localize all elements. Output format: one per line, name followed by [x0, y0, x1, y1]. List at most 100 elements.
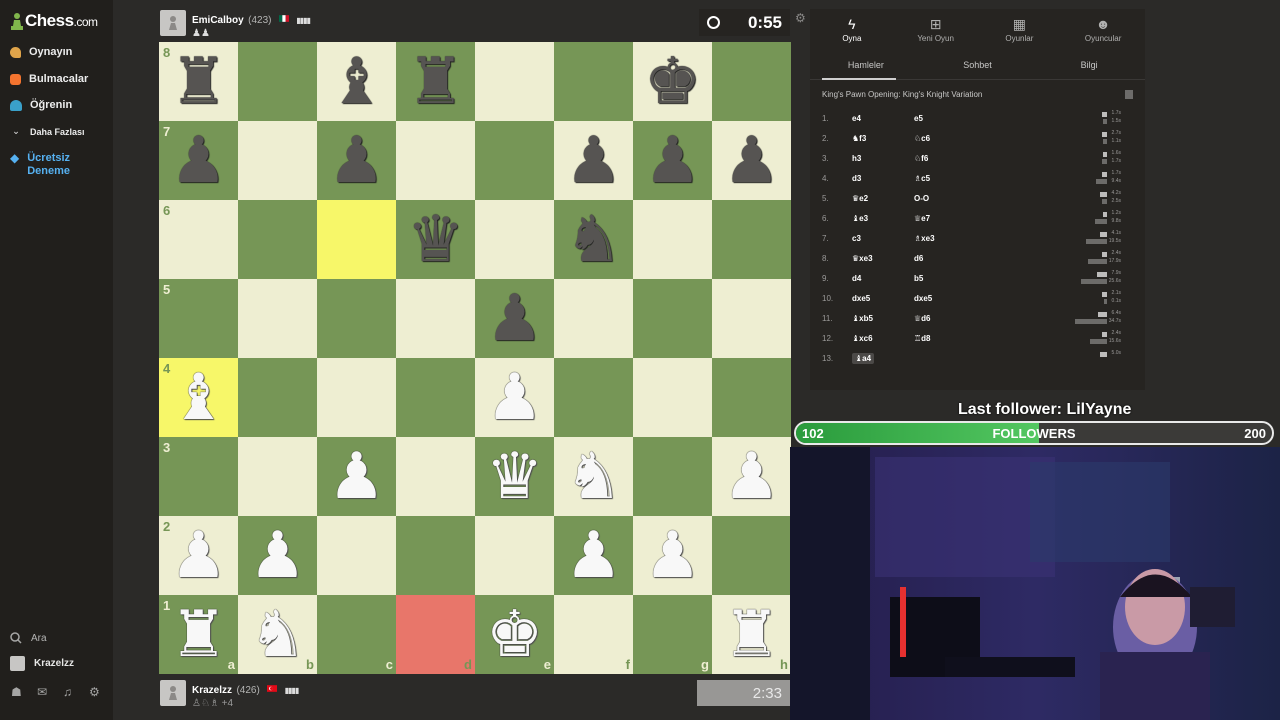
black-move[interactable]: ♗c5: [914, 174, 1034, 183]
square-e1[interactable]: e ♚: [475, 595, 554, 674]
square-h3[interactable]: ♟: [712, 437, 791, 516]
bottom-player-avatar[interactable]: [160, 680, 186, 706]
square-b1[interactable]: b ♞: [238, 595, 317, 674]
mail-icon[interactable]: ✉: [37, 686, 49, 698]
square-g1[interactable]: g: [633, 595, 712, 674]
white-king[interactable]: ♚: [486, 603, 543, 667]
square-h5[interactable]: [712, 279, 791, 358]
square-f1[interactable]: f: [554, 595, 633, 674]
white-move[interactable]: ♞f3: [852, 134, 914, 143]
square-b8[interactable]: [238, 42, 317, 121]
tab-play[interactable]: ϟ Oyna: [810, 9, 894, 50]
white-pawn[interactable]: ♟: [328, 445, 385, 509]
subtab-moves[interactable]: Hamleler: [810, 50, 922, 80]
square-a3[interactable]: 3: [159, 437, 238, 516]
white-move[interactable]: dxe5: [852, 294, 914, 303]
board-settings-icon[interactable]: ⚙: [795, 11, 806, 25]
black-move[interactable]: ♘f6: [914, 154, 1034, 163]
white-move[interactable]: ♛xe3: [852, 254, 914, 263]
square-d5[interactable]: [396, 279, 475, 358]
square-c4[interactable]: [317, 358, 396, 437]
square-a8[interactable]: 8 ♜: [159, 42, 238, 121]
top-player-name[interactable]: EmiCalboy: [192, 15, 244, 26]
square-g4[interactable]: [633, 358, 712, 437]
white-knight[interactable]: ♞: [565, 445, 622, 509]
square-c2[interactable]: [317, 516, 396, 595]
square-e5[interactable]: ♟: [475, 279, 554, 358]
square-c8[interactable]: ♝: [317, 42, 396, 121]
white-rook[interactable]: ♜: [723, 603, 780, 667]
opening-name[interactable]: King's Pawn Opening: King's Knight Varia…: [822, 90, 982, 99]
sidebar-item-puzzles[interactable]: Bulmacalar: [10, 73, 88, 85]
white-move[interactable]: d4: [852, 274, 914, 283]
square-c3[interactable]: ♟: [317, 437, 396, 516]
square-e7[interactable]: [475, 121, 554, 200]
square-a7[interactable]: 7 ♟: [159, 121, 238, 200]
black-queen[interactable]: ♛: [407, 208, 464, 272]
black-pawn[interactable]: ♟: [565, 129, 622, 193]
black-move[interactable]: ♗xe3: [914, 234, 1034, 243]
bottom-player-name[interactable]: Krazelzz: [192, 685, 232, 696]
white-bishop[interactable]: ♝: [170, 366, 227, 430]
square-d2[interactable]: [396, 516, 475, 595]
tab-games[interactable]: ▦ Oyunlar: [978, 9, 1062, 50]
square-c1[interactable]: c: [317, 595, 396, 674]
book-icon[interactable]: [1125, 89, 1133, 99]
square-e3[interactable]: ♛: [475, 437, 554, 516]
sidebar-item-play[interactable]: Oynayın: [10, 46, 72, 58]
black-move[interactable]: ♘c6: [914, 134, 1034, 143]
black-pawn[interactable]: ♟: [486, 287, 543, 351]
square-f7[interactable]: ♟: [554, 121, 633, 200]
square-a1[interactable]: 1 a ♜: [159, 595, 238, 674]
bell-icon[interactable]: ♫: [63, 686, 75, 698]
square-e2[interactable]: [475, 516, 554, 595]
sidebar-user[interactable]: Krazelzz: [10, 656, 74, 671]
white-queen[interactable]: ♛: [486, 445, 543, 509]
white-move[interactable]: ♝xc6: [852, 334, 914, 343]
square-c5[interactable]: [317, 279, 396, 358]
square-e6[interactable]: [475, 200, 554, 279]
square-b3[interactable]: [238, 437, 317, 516]
friends-icon[interactable]: ☗: [11, 686, 23, 698]
square-h4[interactable]: [712, 358, 791, 437]
black-pawn[interactable]: ♟: [328, 129, 385, 193]
white-pawn[interactable]: ♟: [723, 445, 780, 509]
square-g6[interactable]: [633, 200, 712, 279]
square-g2[interactable]: ♟: [633, 516, 712, 595]
square-e4[interactable]: ♟: [475, 358, 554, 437]
black-move[interactable]: O-O: [914, 194, 1034, 203]
black-rook[interactable]: ♜: [407, 50, 464, 114]
square-h1[interactable]: h ♜: [712, 595, 791, 674]
square-h8[interactable]: [712, 42, 791, 121]
black-pawn[interactable]: ♟: [723, 129, 780, 193]
sidebar-search[interactable]: Ara: [10, 632, 47, 644]
white-move[interactable]: ♛e2: [852, 194, 914, 203]
square-a5[interactable]: 5: [159, 279, 238, 358]
white-move[interactable]: d3: [852, 174, 914, 183]
white-pawn[interactable]: ♟: [644, 524, 701, 588]
black-bishop[interactable]: ♝: [328, 50, 385, 114]
black-rook[interactable]: ♜: [170, 50, 227, 114]
square-f3[interactable]: ♞: [554, 437, 633, 516]
gear-icon[interactable]: ⚙: [89, 686, 101, 698]
white-pawn[interactable]: ♟: [170, 524, 227, 588]
white-knight[interactable]: ♞: [249, 603, 306, 667]
chess-com-logo[interactable]: Chess.com: [11, 11, 98, 31]
square-b6[interactable]: [238, 200, 317, 279]
black-move[interactable]: e5: [914, 114, 1034, 123]
white-pawn[interactable]: ♟: [249, 524, 306, 588]
white-pawn[interactable]: ♟: [565, 524, 622, 588]
black-move[interactable]: dxe5: [914, 294, 1034, 303]
square-f6[interactable]: ♞: [554, 200, 633, 279]
chess-board[interactable]: 8 ♜ ♝ ♜ ♚ 7 ♟ ♟ ♟ ♟ ♟ 6 ♛ ♞ 5 ♟ 4 ♝ ♟ 3 ♟ ♛ ♞ ♟ 2 ♟ ♟ ♟ ♟ 1 a ♜ b ♞ c d e ♚ f g…: [159, 42, 791, 674]
square-f2[interactable]: ♟: [554, 516, 633, 595]
square-a6[interactable]: 6: [159, 200, 238, 279]
square-d3[interactable]: [396, 437, 475, 516]
sidebar-item-free-trial[interactable]: ◆ Ücretsiz Deneme: [10, 152, 70, 178]
square-d8[interactable]: ♜: [396, 42, 475, 121]
square-a4[interactable]: 4 ♝: [159, 358, 238, 437]
square-d1[interactable]: d: [396, 595, 475, 674]
square-h2[interactable]: [712, 516, 791, 595]
black-move[interactable]: b5: [914, 274, 1034, 283]
square-g5[interactable]: [633, 279, 712, 358]
